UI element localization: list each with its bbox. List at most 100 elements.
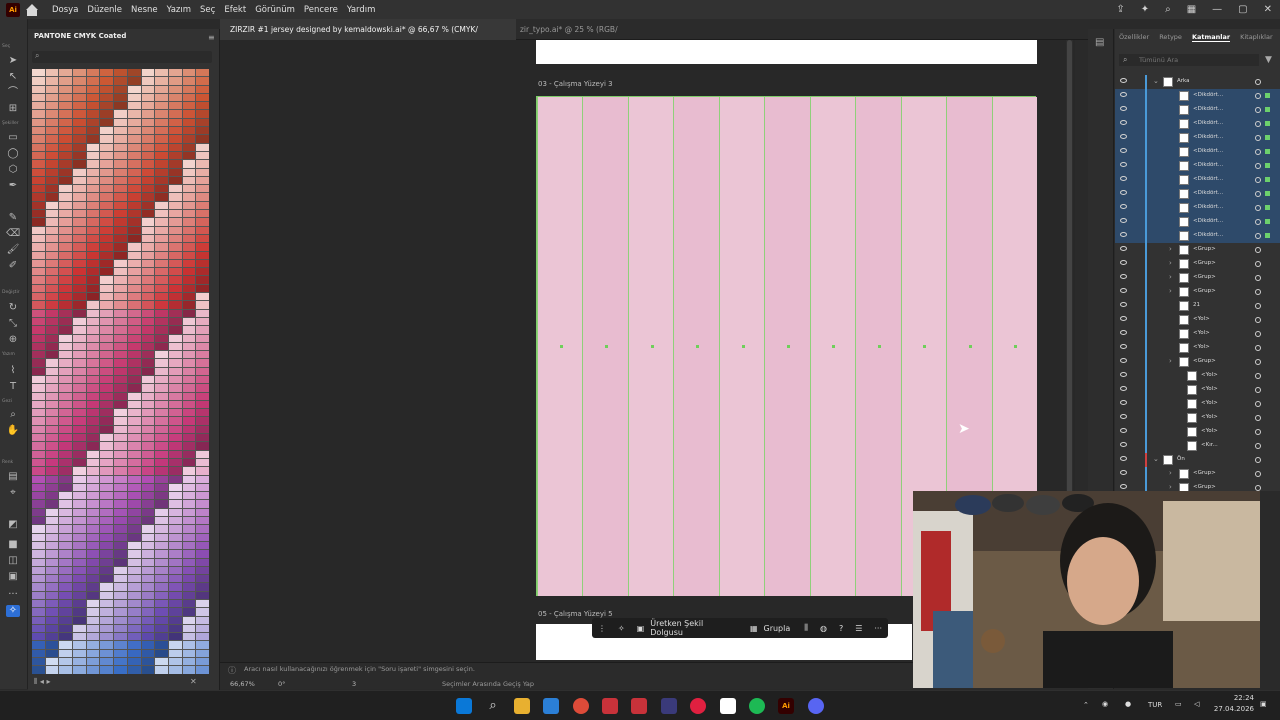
swatch[interactable] bbox=[141, 550, 155, 558]
target-circle-icon[interactable] bbox=[1255, 135, 1261, 141]
swatch[interactable] bbox=[100, 168, 114, 176]
swatch[interactable] bbox=[86, 351, 100, 359]
tab-libraries[interactable]: Kitaplıklar bbox=[1240, 33, 1273, 41]
expand-chevron-icon[interactable]: › bbox=[1169, 287, 1172, 295]
swatch[interactable] bbox=[73, 293, 86, 301]
swatch[interactable] bbox=[168, 309, 182, 317]
swatch[interactable] bbox=[155, 193, 168, 201]
swatch[interactable] bbox=[182, 616, 196, 624]
swatch[interactable] bbox=[100, 533, 114, 541]
swatch[interactable] bbox=[141, 608, 155, 616]
swatch[interactable] bbox=[32, 268, 45, 276]
swatch[interactable] bbox=[59, 409, 73, 417]
swatch[interactable] bbox=[114, 342, 127, 351]
swatch[interactable] bbox=[73, 550, 86, 558]
swatch[interactable] bbox=[196, 483, 209, 492]
swatch[interactable] bbox=[114, 334, 127, 342]
swatch[interactable] bbox=[168, 85, 182, 93]
swatch[interactable] bbox=[73, 367, 86, 375]
menu-yazim[interactable]: Yazım bbox=[167, 5, 191, 15]
swatch[interactable] bbox=[86, 276, 100, 284]
swatch[interactable] bbox=[114, 649, 127, 658]
swatch[interactable] bbox=[45, 417, 59, 425]
swatch[interactable] bbox=[168, 450, 182, 458]
swatch[interactable] bbox=[168, 541, 182, 550]
swatch[interactable] bbox=[73, 93, 86, 102]
swatch[interactable] bbox=[155, 293, 168, 301]
swatch[interactable] bbox=[168, 226, 182, 234]
swatch[interactable] bbox=[168, 317, 182, 326]
swatch[interactable] bbox=[182, 210, 196, 218]
swatch[interactable] bbox=[141, 151, 155, 160]
type-tool-icon[interactable]: T bbox=[6, 381, 20, 393]
swatch[interactable] bbox=[168, 575, 182, 583]
start-icon[interactable] bbox=[456, 698, 472, 714]
swatch[interactable] bbox=[168, 234, 182, 243]
swatch[interactable] bbox=[182, 492, 196, 500]
swatch[interactable] bbox=[32, 69, 45, 77]
swatch[interactable] bbox=[32, 566, 45, 575]
swatch[interactable] bbox=[127, 384, 141, 392]
swatch[interactable] bbox=[127, 658, 141, 666]
swatch[interactable] bbox=[196, 193, 209, 201]
search-icon[interactable]: ⌕ bbox=[485, 698, 501, 714]
microphone-icon[interactable]: ● bbox=[1125, 700, 1131, 708]
visibility-eye-icon[interactable] bbox=[1120, 470, 1127, 475]
swatch[interactable] bbox=[86, 409, 100, 417]
swatch[interactable] bbox=[45, 608, 59, 616]
swatch[interactable] bbox=[73, 583, 86, 591]
visibility-eye-icon[interactable] bbox=[1120, 120, 1127, 125]
swatch[interactable] bbox=[45, 591, 59, 599]
swatch[interactable] bbox=[168, 550, 182, 558]
swatch[interactable] bbox=[196, 666, 209, 674]
swatch[interactable] bbox=[182, 110, 196, 118]
swatch[interactable] bbox=[196, 201, 209, 210]
swatch[interactable] bbox=[155, 118, 168, 127]
swatch[interactable] bbox=[182, 633, 196, 641]
swatch[interactable] bbox=[141, 226, 155, 234]
swatch[interactable] bbox=[127, 77, 141, 85]
swatch[interactable] bbox=[45, 276, 59, 284]
swatch[interactable] bbox=[100, 110, 114, 118]
swatch[interactable] bbox=[32, 591, 45, 599]
swatch[interactable] bbox=[114, 185, 127, 193]
swatch[interactable] bbox=[141, 334, 155, 342]
swatch[interactable] bbox=[86, 193, 100, 201]
swatch[interactable] bbox=[168, 359, 182, 367]
swatch[interactable] bbox=[196, 566, 209, 575]
swatch[interactable] bbox=[45, 641, 59, 649]
swatch[interactable] bbox=[59, 392, 73, 400]
swatch[interactable] bbox=[45, 359, 59, 367]
swatch[interactable] bbox=[141, 417, 155, 425]
swatch[interactable] bbox=[73, 483, 86, 492]
swatch[interactable] bbox=[32, 334, 45, 342]
swatch[interactable] bbox=[168, 251, 182, 259]
swatch[interactable] bbox=[100, 384, 114, 392]
swatch[interactable] bbox=[182, 118, 196, 127]
swatch[interactable] bbox=[32, 649, 45, 658]
swatch[interactable] bbox=[73, 168, 86, 176]
warp-tool-icon[interactable]: ⌇ bbox=[6, 365, 20, 377]
swatch[interactable] bbox=[141, 234, 155, 243]
swatch[interactable] bbox=[114, 359, 127, 367]
swatch[interactable] bbox=[32, 102, 45, 110]
swatch[interactable] bbox=[196, 467, 209, 475]
visibility-eye-icon[interactable] bbox=[1120, 358, 1127, 363]
swatch[interactable] bbox=[168, 243, 182, 251]
swatch[interactable] bbox=[127, 575, 141, 583]
swatch[interactable] bbox=[86, 434, 100, 442]
swatch[interactable] bbox=[32, 641, 45, 649]
swatch[interactable] bbox=[45, 185, 59, 193]
visibility-eye-icon[interactable] bbox=[1120, 456, 1127, 461]
swatch[interactable] bbox=[73, 375, 86, 384]
swatch[interactable] bbox=[73, 210, 86, 218]
tab-zirzir-jersey[interactable]: ZIRZIR #1 jersey designed by kemaldowski… bbox=[220, 19, 516, 55]
swatch[interactable] bbox=[32, 417, 45, 425]
swatch[interactable] bbox=[45, 575, 59, 583]
swatch[interactable] bbox=[168, 176, 182, 185]
swatch[interactable] bbox=[73, 251, 86, 259]
swatch[interactable] bbox=[127, 517, 141, 525]
swatch[interactable] bbox=[100, 616, 114, 624]
swatch[interactable] bbox=[182, 425, 196, 434]
swatch[interactable] bbox=[59, 234, 73, 243]
